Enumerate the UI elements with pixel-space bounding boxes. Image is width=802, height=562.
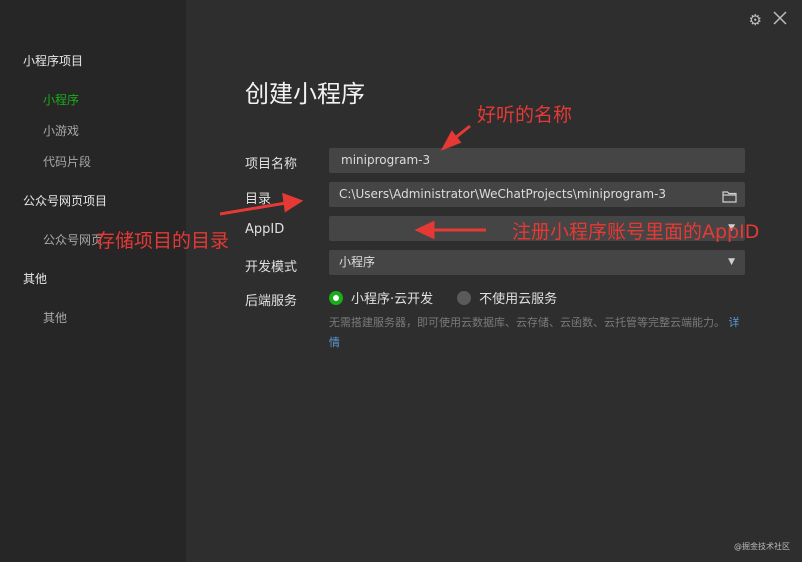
sidebar-section-other: 其他: [23, 272, 48, 286]
project-name-label: 项目名称: [245, 157, 298, 172]
sidebar-item-miniprogram[interactable]: 小程序: [43, 91, 79, 108]
directory-value: C:\Users\Administrator\WeChatProjects\mi…: [339, 187, 667, 201]
folder-icon[interactable]: [722, 187, 737, 212]
backend-options: 小程序·云开发 不使用云服务: [329, 288, 557, 307]
sidebar-item-other[interactable]: 其他: [43, 309, 67, 326]
radio-no-cloud[interactable]: [457, 290, 472, 305]
annotation-appid-hint: 注册小程序账号里面的AppID: [512, 221, 760, 243]
radio-cloud[interactable]: [329, 290, 343, 305]
sidebar-item-minigame[interactable]: 小游戏: [43, 122, 79, 139]
appid-label: AppID: [245, 222, 285, 237]
backend-label: 后端服务: [245, 294, 298, 309]
gear-icon[interactable]: ⚙: [749, 11, 762, 29]
option-no-cloud-label[interactable]: 不使用云服务: [479, 288, 557, 307]
page-title: 创建小程序: [245, 80, 365, 108]
annotation-name-hint: 好听的名称: [477, 104, 573, 126]
watermark: @掘金技术社区: [734, 542, 790, 551]
directory-field[interactable]: C:\Users\Administrator\WeChatProjects\mi…: [329, 182, 745, 207]
window-controls: ⚙: [749, 10, 788, 30]
directory-label: 目录: [245, 192, 272, 207]
backend-hint: 无需搭建服务器，即可使用云数据库、云存储、云函数、云托管等完整云端能力。 详情: [329, 313, 749, 353]
project-name-field[interactable]: [329, 148, 745, 173]
close-icon[interactable]: [772, 10, 788, 30]
sidebar: 小程序项目 小程序 小游戏 代码片段 公众号网页项目 公众号网页 其他 其他: [0, 0, 186, 562]
annotation-dir-hint: 存储项目的目录: [96, 230, 230, 252]
dev-mode-value: 小程序: [339, 255, 376, 269]
hint-text: 无需搭建服务器，即可使用云数据库、云存储、云函数、云托管等完整云端能力。: [329, 316, 725, 329]
option-cloud-label[interactable]: 小程序·云开发: [351, 288, 433, 307]
sidebar-item-webpage[interactable]: 公众号网页: [43, 231, 103, 248]
sidebar-section-webpage: 公众号网页项目: [23, 194, 108, 208]
sidebar-section-miniprogram: 小程序项目: [23, 54, 84, 68]
dev-mode-label: 开发模式: [245, 260, 298, 275]
create-project-window: 小程序项目 小程序 小游戏 代码片段 公众号网页项目 公众号网页 其他 其他 ⚙…: [0, 0, 802, 562]
project-name-input[interactable]: [339, 152, 739, 168]
chevron-down-icon[interactable]: ▼: [728, 250, 735, 275]
sidebar-item-snippet[interactable]: 代码片段: [43, 153, 91, 170]
dev-mode-select[interactable]: 小程序 ▼: [329, 250, 745, 275]
